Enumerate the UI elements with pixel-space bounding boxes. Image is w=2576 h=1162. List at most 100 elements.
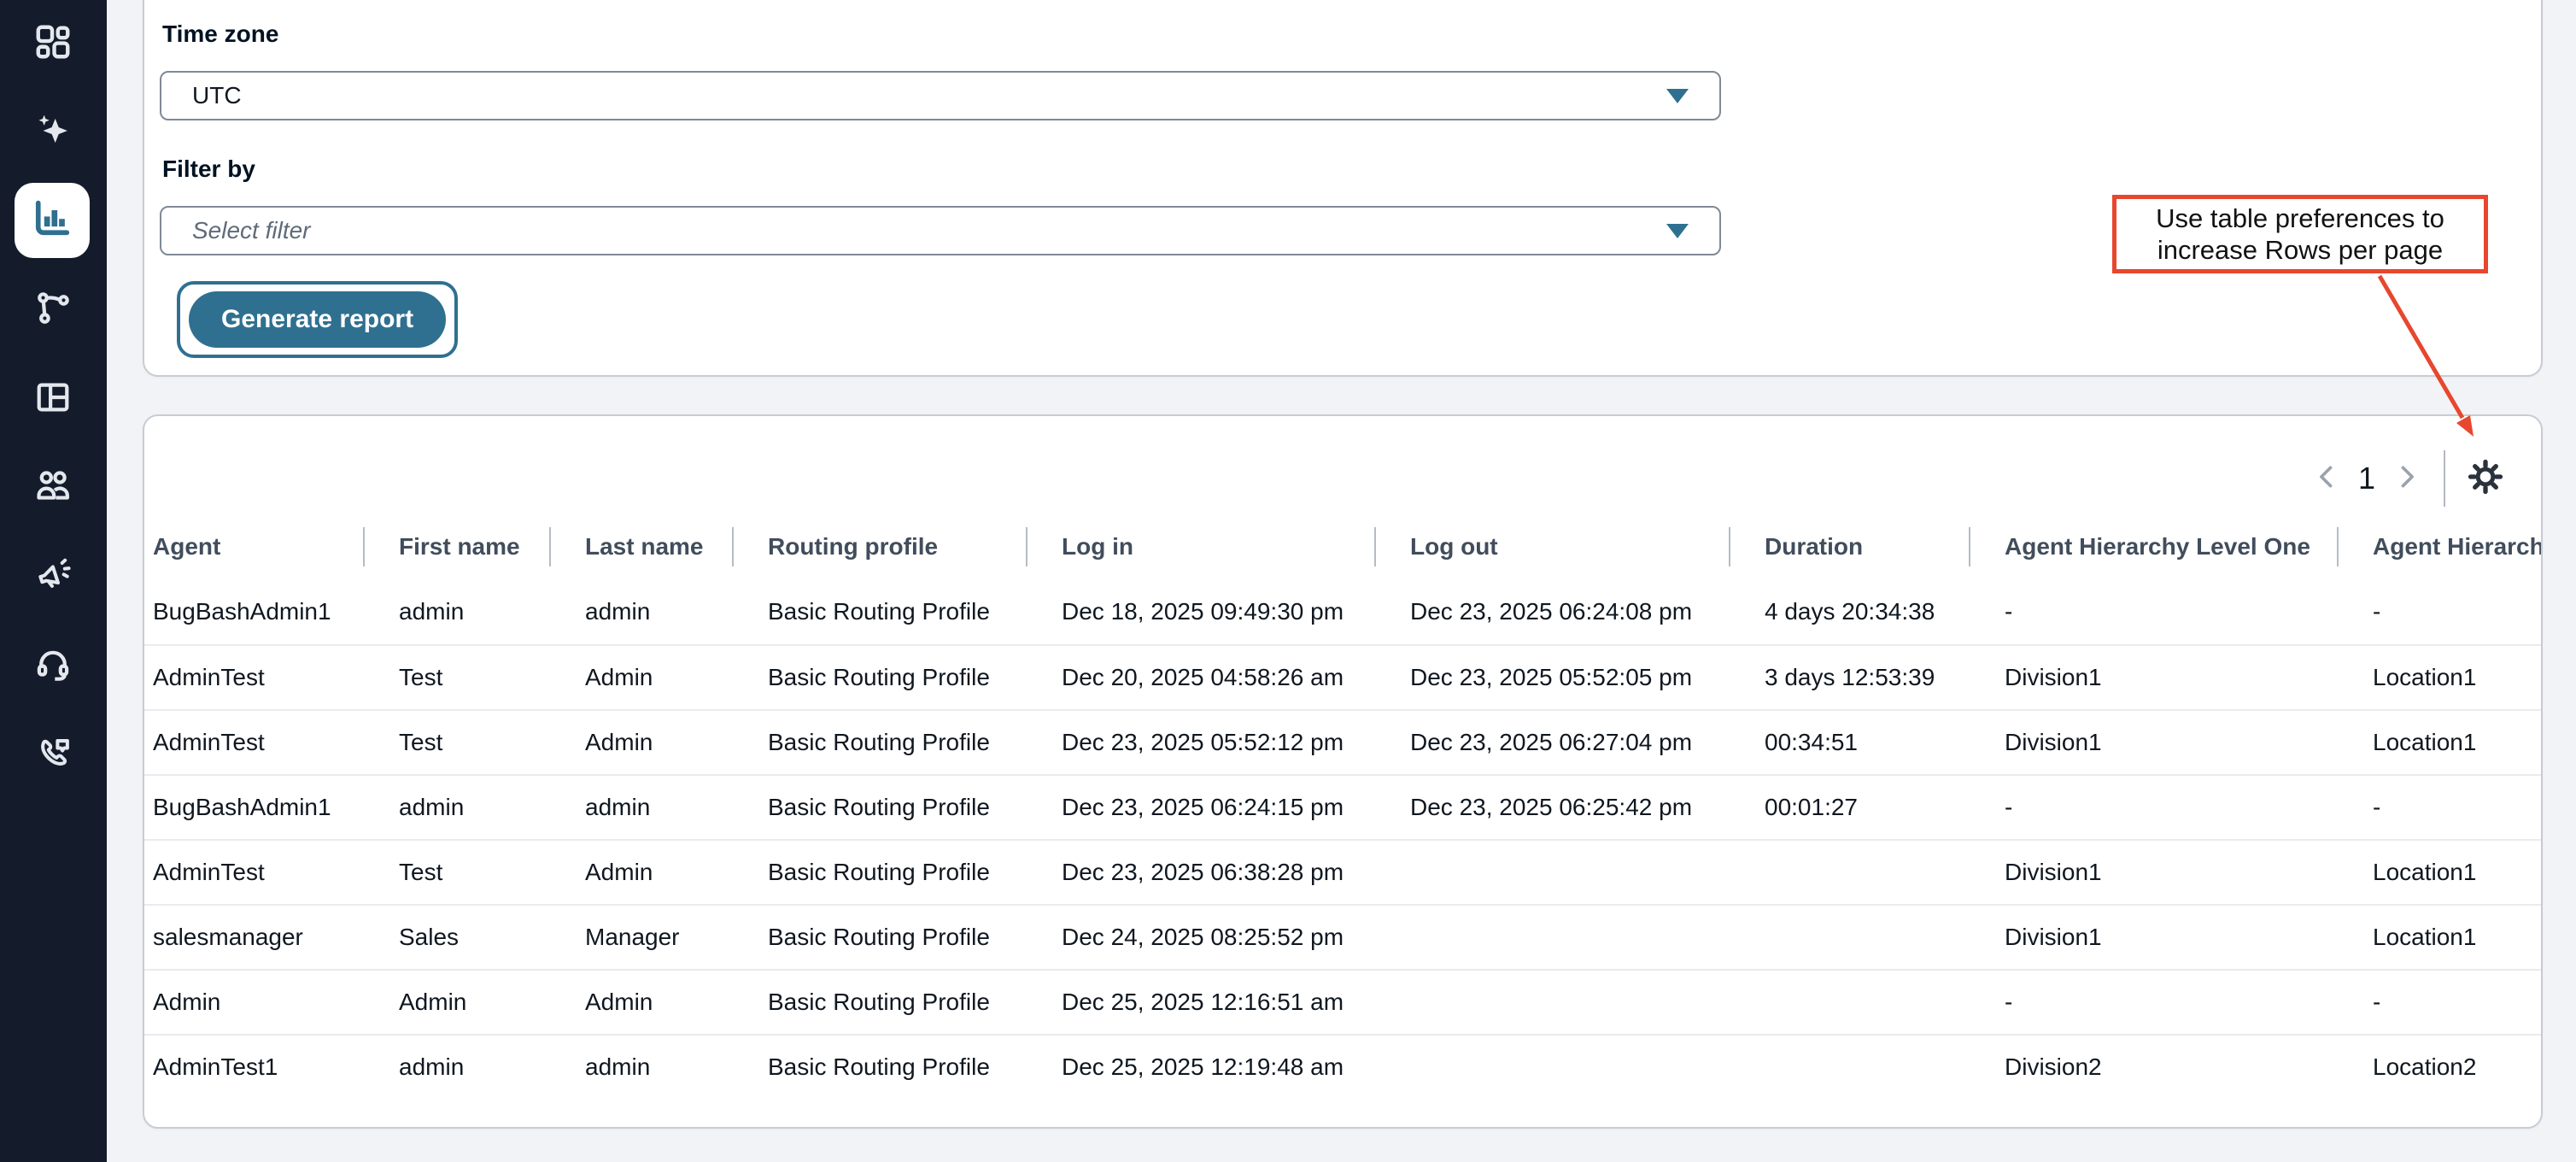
table-cell: Admin (549, 859, 732, 886)
panels-layout-icon (33, 378, 73, 417)
sidebar-item-users[interactable] (33, 466, 73, 505)
table-cell: Location1 (2337, 729, 2543, 756)
chevron-down-icon (1666, 89, 1689, 103)
sidebar-item-support[interactable] (33, 645, 73, 684)
sidebar (0, 0, 107, 1162)
current-page-number[interactable]: 1 (2346, 461, 2387, 496)
table-cell: salesmanager (144, 924, 363, 951)
table-cell: Basic Routing Profile (732, 598, 1026, 625)
sidebar-item-panels[interactable] (33, 378, 73, 417)
column-header-log-out: Log out (1374, 533, 1729, 560)
table-cell: Basic Routing Profile (732, 859, 1026, 886)
table-cell: Basic Routing Profile (732, 794, 1026, 821)
table-cell: Location1 (2337, 664, 2543, 691)
table-cell: AdminTest (144, 859, 363, 886)
table-cell: Location2 (2337, 1053, 2543, 1081)
table-cell: admin (549, 794, 732, 821)
table-cell: 4 days 20:34:38 (1729, 598, 1969, 625)
table-pagination: 1 (2309, 450, 2507, 507)
table-row: salesmanagerSalesManagerBasic Routing Pr… (144, 904, 2543, 969)
table-cell: Dec 25, 2025 12:19:48 am (1026, 1053, 1374, 1081)
sidebar-item-announcements[interactable] (33, 555, 73, 594)
table-cell: Sales (363, 924, 549, 951)
table-cell: Dec 23, 2025 05:52:05 pm (1374, 664, 1729, 691)
table-cell: Admin (363, 989, 549, 1016)
next-page-button[interactable] (2387, 460, 2425, 497)
agents-table: Agent First name Last name Routing profi… (144, 514, 2543, 1099)
table-cell: Dec 23, 2025 06:25:42 pm (1374, 794, 1729, 821)
phone-contact-icon (33, 734, 73, 773)
table-cell: Dec 23, 2025 06:27:04 pm (1374, 729, 1729, 756)
analytics-bar-chart-icon (30, 197, 74, 245)
table-row: AdminTestTestAdminBasic Routing ProfileD… (144, 644, 2543, 709)
table-cell: Dec 24, 2025 08:25:52 pm (1026, 924, 1374, 951)
sidebar-item-ai[interactable] (33, 111, 73, 150)
table-cell: Location1 (2337, 859, 2543, 886)
filter-by-label: Filter by (162, 156, 255, 183)
annotation-arrow (2336, 265, 2490, 449)
table-cell: Location1 (2337, 924, 2543, 951)
table-cell: - (1969, 598, 2337, 625)
table-cell: 00:34:51 (1729, 729, 1969, 756)
pagination-divider (2444, 450, 2445, 507)
table-cell: Division1 (1969, 859, 2337, 886)
table-cell: Test (363, 664, 549, 691)
table-cell: Admin (549, 664, 732, 691)
generate-report-button[interactable]: Generate report (177, 281, 458, 358)
table-cell: Dec 23, 2025 06:24:15 pm (1026, 794, 1374, 821)
headset-icon (33, 645, 73, 684)
column-header-routing-profile: Routing profile (732, 533, 1026, 560)
table-cell: - (1969, 989, 2337, 1016)
table-cell: Division1 (1969, 664, 2337, 691)
table-cell: Dec 23, 2025 06:24:08 pm (1374, 598, 1729, 625)
table-cell: Division1 (1969, 924, 2337, 951)
table-cell: Basic Routing Profile (732, 664, 1026, 691)
table-row: AdminTest1adminadminBasic Routing Profil… (144, 1034, 2543, 1099)
users-icon (33, 466, 73, 505)
table-cell: BugBashAdmin1 (144, 794, 363, 821)
table-body: BugBashAdmin1adminadminBasic Routing Pro… (144, 579, 2543, 1099)
table-cell: Dec 23, 2025 05:52:12 pm (1026, 729, 1374, 756)
announcement-megaphone-icon (33, 555, 73, 594)
table-cell: admin (549, 1053, 732, 1081)
generate-report-button-label: Generate report (189, 291, 446, 348)
flows-branch-icon (33, 289, 73, 328)
sidebar-item-analytics-active[interactable] (15, 183, 90, 258)
table-header-row: Agent First name Last name Routing profi… (144, 514, 2543, 579)
table-cell: admin (363, 794, 549, 821)
table-row: AdminAdminAdminBasic Routing ProfileDec … (144, 969, 2543, 1034)
timezone-select[interactable]: UTC (160, 71, 1721, 120)
filter-select[interactable]: Select filter (160, 206, 1721, 255)
table-cell: Basic Routing Profile (732, 1053, 1026, 1081)
table-cell: Dec 25, 2025 12:16:51 am (1026, 989, 1374, 1016)
table-cell: Test (363, 729, 549, 756)
table-cell: - (2337, 794, 2543, 821)
chevron-down-icon (1666, 224, 1689, 238)
column-header-agent: Agent (144, 533, 363, 560)
table-cell: Admin (144, 989, 363, 1016)
table-cell: Division2 (1969, 1053, 2337, 1081)
table-cell: - (2337, 989, 2543, 1016)
sidebar-item-flows[interactable] (33, 289, 73, 328)
table-row: BugBashAdmin1adminadminBasic Routing Pro… (144, 579, 2543, 644)
sidebar-item-contact[interactable] (33, 734, 73, 773)
table-cell: admin (549, 598, 732, 625)
table-preferences-button[interactable] (2464, 457, 2507, 500)
timezone-label: Time zone (162, 21, 278, 48)
filter-placeholder: Select filter (192, 217, 311, 244)
chevron-left-icon (2313, 462, 2342, 496)
column-header-log-in: Log in (1026, 533, 1374, 560)
sidebar-item-home[interactable] (33, 22, 73, 62)
table-cell: Basic Routing Profile (732, 924, 1026, 951)
table-cell: Dec 20, 2025 04:58:26 am (1026, 664, 1374, 691)
column-header-hierarchy-one: Agent Hierarchy Level One (1969, 533, 2337, 560)
column-header-duration: Duration (1729, 533, 1969, 560)
table-cell: AdminTest (144, 664, 363, 691)
annotation-callout: Use table preferences to increase Rows p… (2112, 195, 2488, 273)
table-cell: - (1969, 794, 2337, 821)
table-row: BugBashAdmin1adminadminBasic Routing Pro… (144, 774, 2543, 839)
column-header-last-name: Last name (549, 533, 732, 560)
chevron-right-icon (2392, 462, 2421, 496)
previous-page-button[interactable] (2309, 460, 2346, 497)
table-cell: BugBashAdmin1 (144, 598, 363, 625)
